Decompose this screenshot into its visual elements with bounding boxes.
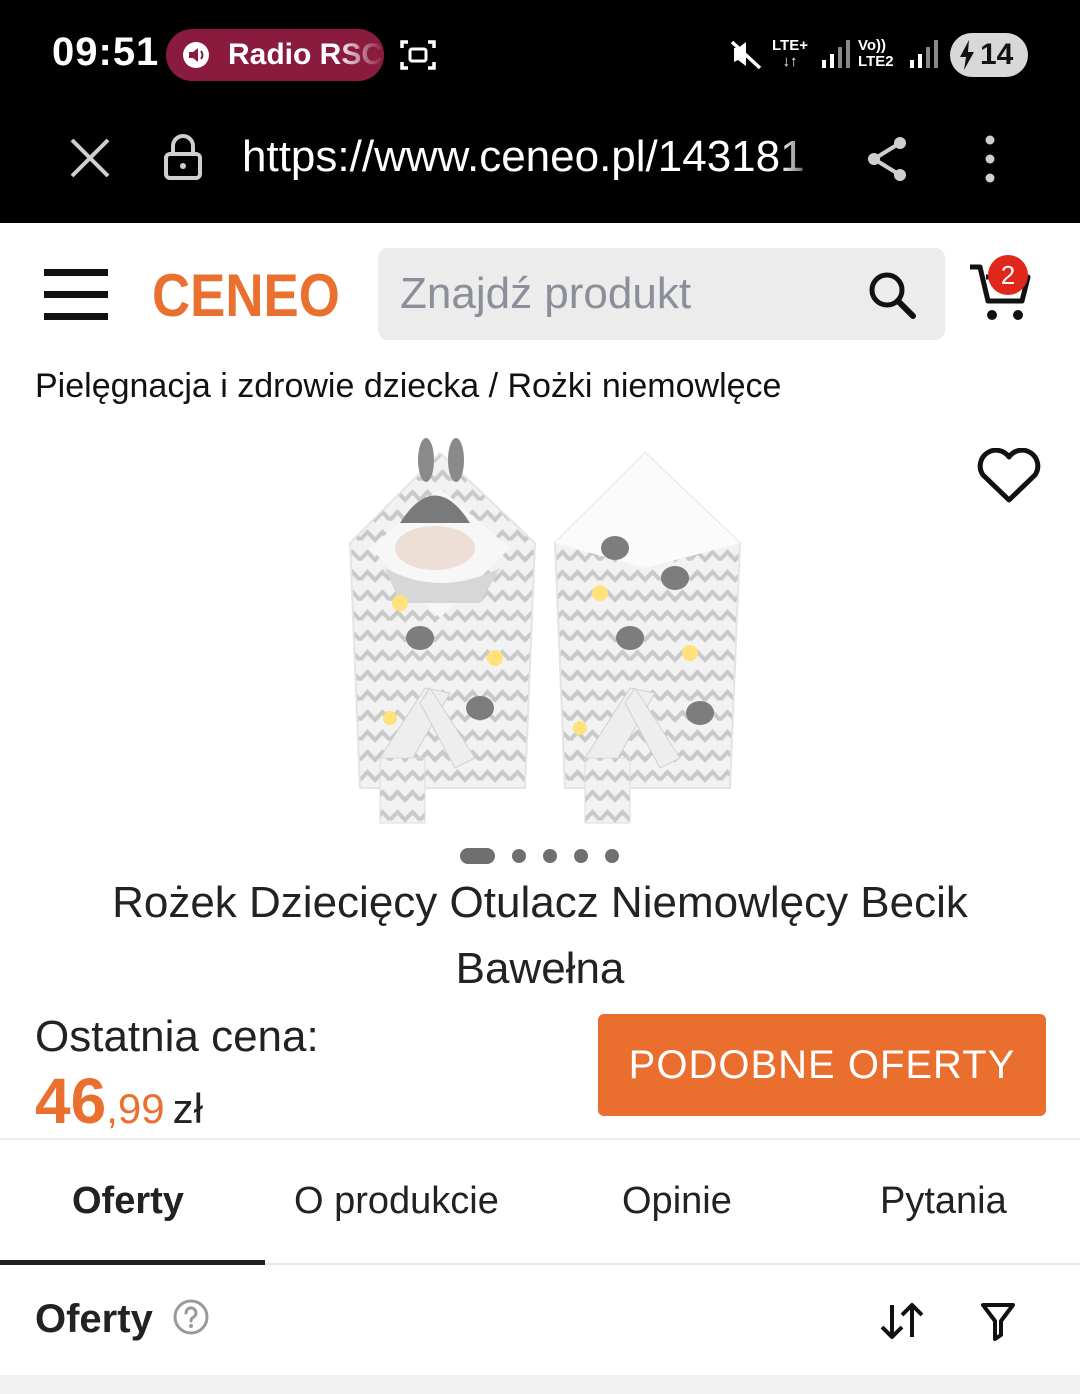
url-field[interactable]: https://www.ceneo.pl/143181 xyxy=(242,132,820,182)
speaker-icon xyxy=(183,42,209,68)
breadcrumb: Pielęgnacja i zdrowie dziecka / Rożki ni… xyxy=(35,367,781,406)
heart-icon[interactable] xyxy=(976,448,1042,504)
clock: 09:51 xyxy=(52,30,160,74)
carousel-dot[interactable] xyxy=(605,849,619,863)
help-icon[interactable] xyxy=(172,1298,210,1336)
browser-toolbar: https://www.ceneo.pl/143181 xyxy=(0,110,1080,223)
filter-icon[interactable] xyxy=(980,1301,1016,1341)
section-divider xyxy=(0,1375,1080,1394)
tab-questions[interactable]: Pytania xyxy=(880,1180,1007,1223)
breadcrumb-parent[interactable]: Pielęgnacja i zdrowie dziecka xyxy=(35,367,479,405)
price-whole: 46 xyxy=(35,1065,107,1137)
search-icon[interactable] xyxy=(867,270,917,320)
lock-icon[interactable] xyxy=(162,132,204,182)
breadcrumb-separator: / xyxy=(479,367,508,405)
offers-heading: Oferty xyxy=(35,1297,153,1341)
product-tabs: Oferty O produkcie Opinie Pytania xyxy=(0,1138,1080,1265)
battery-indicator: 14 xyxy=(950,33,1028,77)
tab-reviews[interactable]: Opinie xyxy=(622,1180,732,1223)
similar-offers-button[interactable]: PODOBNE OFERTY xyxy=(598,1014,1046,1116)
mute-icon xyxy=(730,40,762,70)
more-vertical-icon[interactable] xyxy=(976,134,1004,184)
charging-icon xyxy=(960,40,974,70)
breadcrumb-current[interactable]: Rożki niemowlęce xyxy=(507,367,781,405)
carousel-dot[interactable] xyxy=(574,849,588,863)
cart-count-badge: 2 xyxy=(988,255,1028,295)
price-currency: zł xyxy=(172,1085,203,1132)
search-box xyxy=(378,248,945,340)
product-image[interactable] xyxy=(330,428,750,828)
close-icon[interactable] xyxy=(66,134,114,182)
product-price: 46,99 zł xyxy=(35,1064,203,1138)
signal-icon xyxy=(910,40,938,68)
carousel-dot-active[interactable] xyxy=(460,848,495,864)
screen-record-icon xyxy=(400,40,436,70)
last-price-label: Ostatnia cena: xyxy=(35,1012,319,1061)
ceneo-logo[interactable]: CENEO xyxy=(152,261,340,330)
network-indicator-2: Vo)) LTE2 xyxy=(858,37,894,70)
tab-about-product[interactable]: O produkcie xyxy=(294,1180,499,1223)
search-input[interactable] xyxy=(400,266,840,322)
hamburger-icon[interactable] xyxy=(44,267,110,321)
share-icon[interactable] xyxy=(864,134,910,184)
offers-section-header: Oferty xyxy=(0,1265,1080,1375)
product-title: Rożek Dziecięcy Otulacz Niemowlęcy Becik… xyxy=(112,878,968,993)
network-indicator-1: LTE+ ↓↑ xyxy=(772,37,808,70)
price-fraction: ,99 xyxy=(106,1085,165,1132)
carousel-dot[interactable] xyxy=(543,849,557,863)
sort-icon[interactable] xyxy=(878,1301,926,1341)
signal-icon xyxy=(822,40,850,68)
site-header: CENEO 2 xyxy=(0,223,1080,353)
tab-offers[interactable]: Oferty xyxy=(72,1180,184,1223)
media-pill[interactable]: Radio RSC xyxy=(166,29,384,81)
carousel-dot[interactable] xyxy=(512,849,526,863)
status-bar: 09:51 Radio RSC LTE+ ↓↑ Vo)) LTE2 14 xyxy=(0,0,1080,110)
